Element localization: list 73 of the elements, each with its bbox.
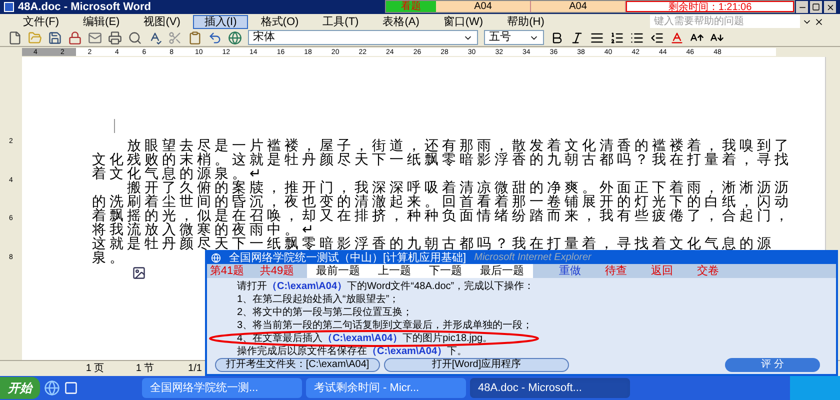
menu-item[interactable]: 插入(I) bbox=[193, 14, 248, 28]
word-logo-icon bbox=[4, 2, 14, 12]
question-number: 第41题 bbox=[208, 264, 246, 279]
font-size-field[interactable]: 五号 bbox=[484, 30, 544, 45]
menu-item[interactable]: 窗口(W) bbox=[432, 14, 494, 28]
browser-icon bbox=[211, 253, 221, 263]
spelling-icon[interactable] bbox=[148, 30, 162, 44]
restore-button[interactable] bbox=[810, 1, 822, 13]
print-icon[interactable] bbox=[108, 30, 122, 44]
nav-button[interactable]: 上一题 bbox=[369, 264, 420, 278]
status-text: 1/1 bbox=[187, 362, 203, 376]
instruction-line: 1、在第二段起始处插入“放眼望去”； bbox=[237, 293, 400, 306]
nav-button[interactable]: 最前一题 bbox=[307, 264, 369, 278]
instruction-line: 操作完成后以原文件名保存在（C:\exam\A04）下。 bbox=[237, 345, 468, 358]
document-paragraph: 放眼望去尽是一片褴褛，屋子，街道，还有那雨，散发着文化清香的褴褛着，我嗅到了文化残败的末梢。这就是牡丹颜尽天下一纸飘零暗影浮香的九朝古都吗？我在打量着，寻找着文化气息的源泉。↵ bbox=[92, 138, 793, 180]
close-button[interactable] bbox=[824, 1, 836, 13]
menu-item[interactable]: 帮助(H) bbox=[496, 14, 556, 28]
menu-item[interactable]: 视图(V) bbox=[132, 14, 192, 28]
print-preview-icon[interactable] bbox=[128, 30, 142, 44]
remaining-time: 剩余时间：1:21:06 bbox=[626, 1, 794, 12]
menu-item[interactable]: 工具(T) bbox=[312, 14, 370, 28]
taskbar-task[interactable]: 48A.doc - Microsoft... bbox=[470, 378, 630, 398]
instruction-line: 请打开（C:\exam\A04）下的Word文件“48A.doc”，完成以下操作： bbox=[237, 280, 534, 293]
path-label: A04 bbox=[436, 1, 531, 12]
undo-icon[interactable] bbox=[208, 30, 222, 44]
lock-icon[interactable] bbox=[68, 30, 82, 44]
close-icon[interactable] bbox=[814, 16, 824, 26]
menu-item[interactable]: 文件(F) bbox=[12, 14, 70, 28]
new-document-icon[interactable] bbox=[8, 30, 22, 44]
dialog-button[interactable]: 打开[Word]应用程序 bbox=[384, 358, 569, 372]
desktop-icon[interactable] bbox=[64, 381, 78, 395]
status-label: 看题 bbox=[386, 1, 436, 12]
picture-icon bbox=[132, 266, 146, 280]
bullets-icon[interactable] bbox=[630, 30, 644, 44]
nav-button[interactable]: 下一题 bbox=[420, 264, 471, 278]
start-button[interactable]: 开始 bbox=[0, 377, 40, 399]
restore-icon bbox=[812, 3, 820, 11]
help-search-field[interactable]: 键入需要帮助的问题 bbox=[650, 15, 800, 28]
font-color-icon[interactable] bbox=[670, 30, 684, 44]
align-icon[interactable] bbox=[590, 30, 604, 44]
paste-icon[interactable] bbox=[188, 30, 202, 44]
taskbar-task[interactable]: 全国网络学院统一测... bbox=[142, 378, 302, 398]
save-icon[interactable] bbox=[48, 30, 62, 44]
menu-item[interactable]: 表格(A) bbox=[372, 14, 430, 28]
taskbar-task[interactable]: 考试剩余时间 - Micr... bbox=[306, 378, 466, 398]
font-field[interactable]: 宋体 bbox=[248, 30, 478, 45]
question-total: 共49题 bbox=[258, 264, 296, 279]
instruction-line: 2、将文中的第一段与第二段位置互换； bbox=[237, 306, 413, 319]
action-button[interactable]: 重做 bbox=[547, 264, 593, 278]
indent-icon[interactable] bbox=[650, 30, 664, 44]
close-icon bbox=[826, 2, 834, 12]
browser-icon[interactable] bbox=[44, 380, 60, 396]
document-line: 这就是牡丹颜尽天下一纸飘零暗影浮香的九朝古都吗？我在打量着，寻找着文化气息的源 bbox=[92, 236, 774, 250]
nav-button[interactable]: 最后一题 bbox=[471, 264, 533, 278]
dialog-title-suffix: Microsoft Internet Explorer bbox=[474, 253, 592, 263]
grade-button[interactable]: 评 分 bbox=[725, 358, 820, 372]
menu-item[interactable]: 编辑(E) bbox=[72, 14, 131, 28]
italic-icon[interactable] bbox=[570, 30, 584, 44]
system-tray bbox=[790, 376, 840, 400]
document-line: 泉。 bbox=[92, 250, 127, 264]
menu-item[interactable]: 格式(O) bbox=[250, 14, 310, 28]
window-title: 48A.doc - Microsoft Word bbox=[18, 2, 152, 12]
globe-icon[interactable] bbox=[228, 30, 242, 44]
numbering-icon[interactable] bbox=[610, 30, 624, 44]
dialog-button[interactable]: 打开考生文件夹：[C:\exam\A04] bbox=[215, 358, 380, 372]
status-text: 1 节 bbox=[134, 362, 156, 376]
minimize-button[interactable] bbox=[796, 1, 808, 13]
status-text: 1 页 bbox=[84, 362, 106, 376]
document-paragraph: 搬开了久俯的案牍，推开门，我深深呼吸着清凉微甜的净爽。外面正下着雨，淅淅沥沥的洗刷着尘世间的昏沉，夜也变的清澈起来。回首看着那一卷铺展开的灯光下的白纸，闪动着飘摇的光，似是在召唤，却又在排挤，种种负面情绪纷踏而来，我有些疲倦了，合起门，将我流放入微寒的夜雨中。↵ bbox=[92, 180, 793, 236]
bold-icon[interactable] bbox=[550, 30, 564, 44]
dialog-title: 全国网络学院统一测试（中山）[计算机应用基础] bbox=[229, 252, 466, 264]
email-icon[interactable] bbox=[88, 30, 102, 44]
instruction-line: 3、将当前第一段的第二句话复制到文章最后，并形成单独的一段； bbox=[237, 319, 533, 332]
